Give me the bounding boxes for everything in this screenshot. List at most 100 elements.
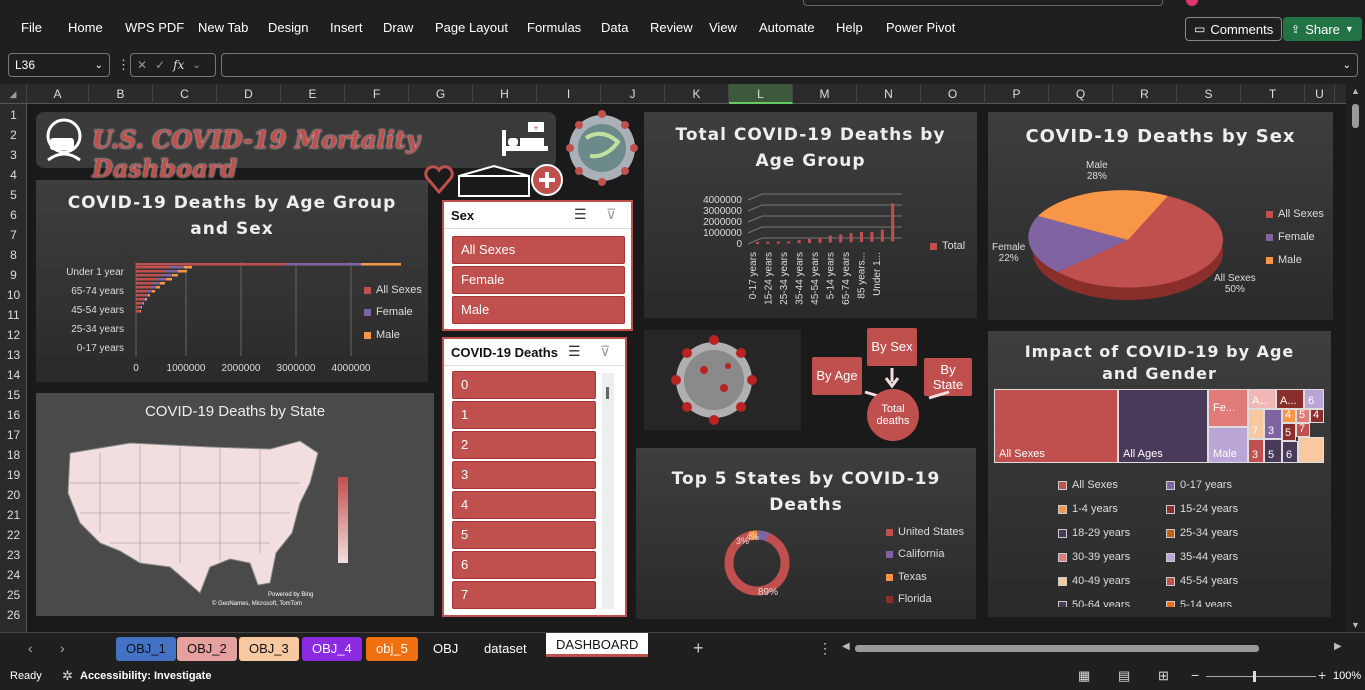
bar[interactable] [136, 274, 162, 277]
bar[interactable] [154, 282, 160, 285]
page-break-icon[interactable]: ⊞ [1158, 668, 1169, 684]
more-icon[interactable]: ⋮ [117, 57, 130, 73]
slicer-item-all-sexes[interactable]: All Sexes [452, 236, 625, 264]
formula-input[interactable]: ⌄ [221, 53, 1358, 77]
treemap-cell[interactable]: 3 [1264, 409, 1282, 439]
tab-obj-1[interactable]: OBJ_1 [116, 637, 176, 661]
treemap-cell[interactable]: 8 [1298, 437, 1324, 463]
zoom-level[interactable]: 100% [1333, 670, 1361, 682]
normal-view-icon[interactable]: ▦ [1078, 668, 1090, 684]
treemap-cell[interactable]: 4 [1310, 409, 1324, 423]
age-group-chart[interactable]: Total COVID-19 Deaths by Age Group 40000… [644, 112, 977, 318]
treemap-all-sexes[interactable]: All Sexes [994, 389, 1118, 463]
row-header[interactable]: 21 [0, 508, 27, 522]
select-all-corner[interactable]: ◢ [0, 84, 27, 104]
menu-data[interactable]: Data [601, 20, 628, 35]
slicer-item-2[interactable]: 2 [452, 431, 596, 459]
treemap-cell[interactable]: A... [1276, 389, 1304, 409]
scroll-up-icon[interactable]: ▲ [1351, 86, 1360, 96]
row-header[interactable]: 7 [0, 228, 27, 242]
column-header-g[interactable]: G [409, 84, 473, 104]
column-header-k[interactable]: K [665, 84, 729, 104]
column[interactable] [766, 241, 770, 244]
menu-wps-pdf[interactable]: WPS PDF [125, 20, 184, 35]
column-header-s[interactable]: S [1177, 84, 1241, 104]
bar[interactable] [136, 302, 141, 305]
column[interactable] [891, 203, 895, 242]
column[interactable] [849, 233, 853, 243]
scrollbar-thumb[interactable] [1352, 104, 1359, 128]
column-header-j[interactable]: J [601, 84, 665, 104]
bar[interactable] [136, 270, 166, 273]
name-box[interactable]: L36 ⌄ [8, 53, 110, 77]
bar[interactable] [136, 278, 158, 281]
deaths-slicer[interactable]: COVID-19 Deaths ☰ ⊽ 0 1 2 3 4 5 6 7 [442, 337, 627, 617]
slicer-item-0[interactable]: 0 [452, 371, 596, 399]
treemap-cell[interactable]: 5 [1282, 423, 1296, 441]
column-header-m[interactable]: M [793, 84, 857, 104]
scrollbar-thumb[interactable] [606, 387, 609, 399]
column-header-e[interactable]: E [281, 84, 345, 104]
clear-filter-icon[interactable]: ⊽ [606, 206, 616, 223]
treemap-cell[interactable]: 5 [1264, 439, 1282, 463]
row-header[interactable]: 19 [0, 468, 27, 482]
column[interactable] [828, 235, 832, 243]
menu-review[interactable]: Review [650, 20, 693, 35]
bar[interactable] [160, 282, 165, 285]
menu-new-tab[interactable]: New Tab [198, 20, 248, 35]
menu-page-layout[interactable]: Page Layout [435, 20, 508, 35]
slicer-item-6[interactable]: 6 [452, 551, 596, 579]
share-button[interactable]: ⇪ Share ▼ [1283, 17, 1362, 41]
state-map-chart[interactable]: COVID-19 Deaths by State Powered by Bing… [36, 393, 434, 616]
bar[interactable] [141, 306, 142, 309]
bar[interactable] [166, 270, 178, 273]
column-header-u[interactable]: U [1305, 84, 1335, 104]
expand-icon[interactable]: ⌄ [1343, 60, 1351, 71]
by-age-button[interactable]: By Age [812, 357, 862, 395]
bar[interactable] [166, 278, 172, 281]
comments-button[interactable]: ▭ Comments [1185, 17, 1283, 41]
treemap-cell[interactable]: 3 [1248, 439, 1264, 463]
column-header-l[interactable]: L [729, 84, 793, 104]
menu-formulas[interactable]: Formulas [527, 20, 581, 35]
column-header-i[interactable]: I [537, 84, 601, 104]
function-icon[interactable]: fx [173, 58, 184, 72]
row-header[interactable]: 17 [0, 428, 27, 442]
tab-obj-4[interactable]: OBJ_4 [302, 637, 362, 661]
menu-home[interactable]: Home [68, 20, 103, 35]
tab-dashboard[interactable]: DASHBOARD [546, 633, 649, 657]
row-header[interactable]: 5 [0, 188, 27, 202]
bar[interactable] [178, 270, 187, 273]
avatar[interactable] [1186, 0, 1198, 6]
treemap-cell[interactable]: 7 [1248, 409, 1264, 439]
enter-icon[interactable]: ✓ [155, 58, 165, 72]
slicer-item-1[interactable]: 1 [452, 401, 596, 429]
multi-select-icon[interactable]: ☰ [568, 343, 581, 360]
bar[interactable] [143, 298, 145, 301]
slicer-item-male[interactable]: Male [452, 296, 625, 324]
treemap-cell[interactable]: 5 [1296, 409, 1310, 423]
add-sheet-icon[interactable]: + [693, 638, 704, 659]
column[interactable] [797, 240, 801, 244]
treemap-cell[interactable]: 6 [1282, 441, 1298, 463]
bar[interactable] [152, 290, 155, 293]
slicer-item-7[interactable]: 7 [452, 581, 596, 609]
row-header[interactable]: 4 [0, 168, 27, 182]
row-header[interactable]: 26 [0, 608, 27, 622]
row-header[interactable]: 20 [0, 488, 27, 502]
bar[interactable] [140, 310, 141, 313]
slicer-scrollbar[interactable] [602, 373, 614, 609]
scroll-down-icon[interactable]: ▼ [1351, 620, 1360, 630]
row-header[interactable]: 23 [0, 548, 27, 562]
row-header[interactable]: 10 [0, 288, 27, 302]
row-header[interactable]: 3 [0, 148, 27, 162]
slicer-item-5[interactable]: 5 [452, 521, 596, 549]
column-header-p[interactable]: P [985, 84, 1049, 104]
row-header[interactable]: 15 [0, 388, 27, 402]
slicer-item-3[interactable]: 3 [452, 461, 596, 489]
column-header-n[interactable]: N [857, 84, 921, 104]
zoom-slider[interactable] [1206, 676, 1316, 677]
multi-select-icon[interactable]: ☰ [574, 206, 587, 223]
bar[interactable] [136, 298, 143, 301]
column-header-h[interactable]: H [473, 84, 537, 104]
